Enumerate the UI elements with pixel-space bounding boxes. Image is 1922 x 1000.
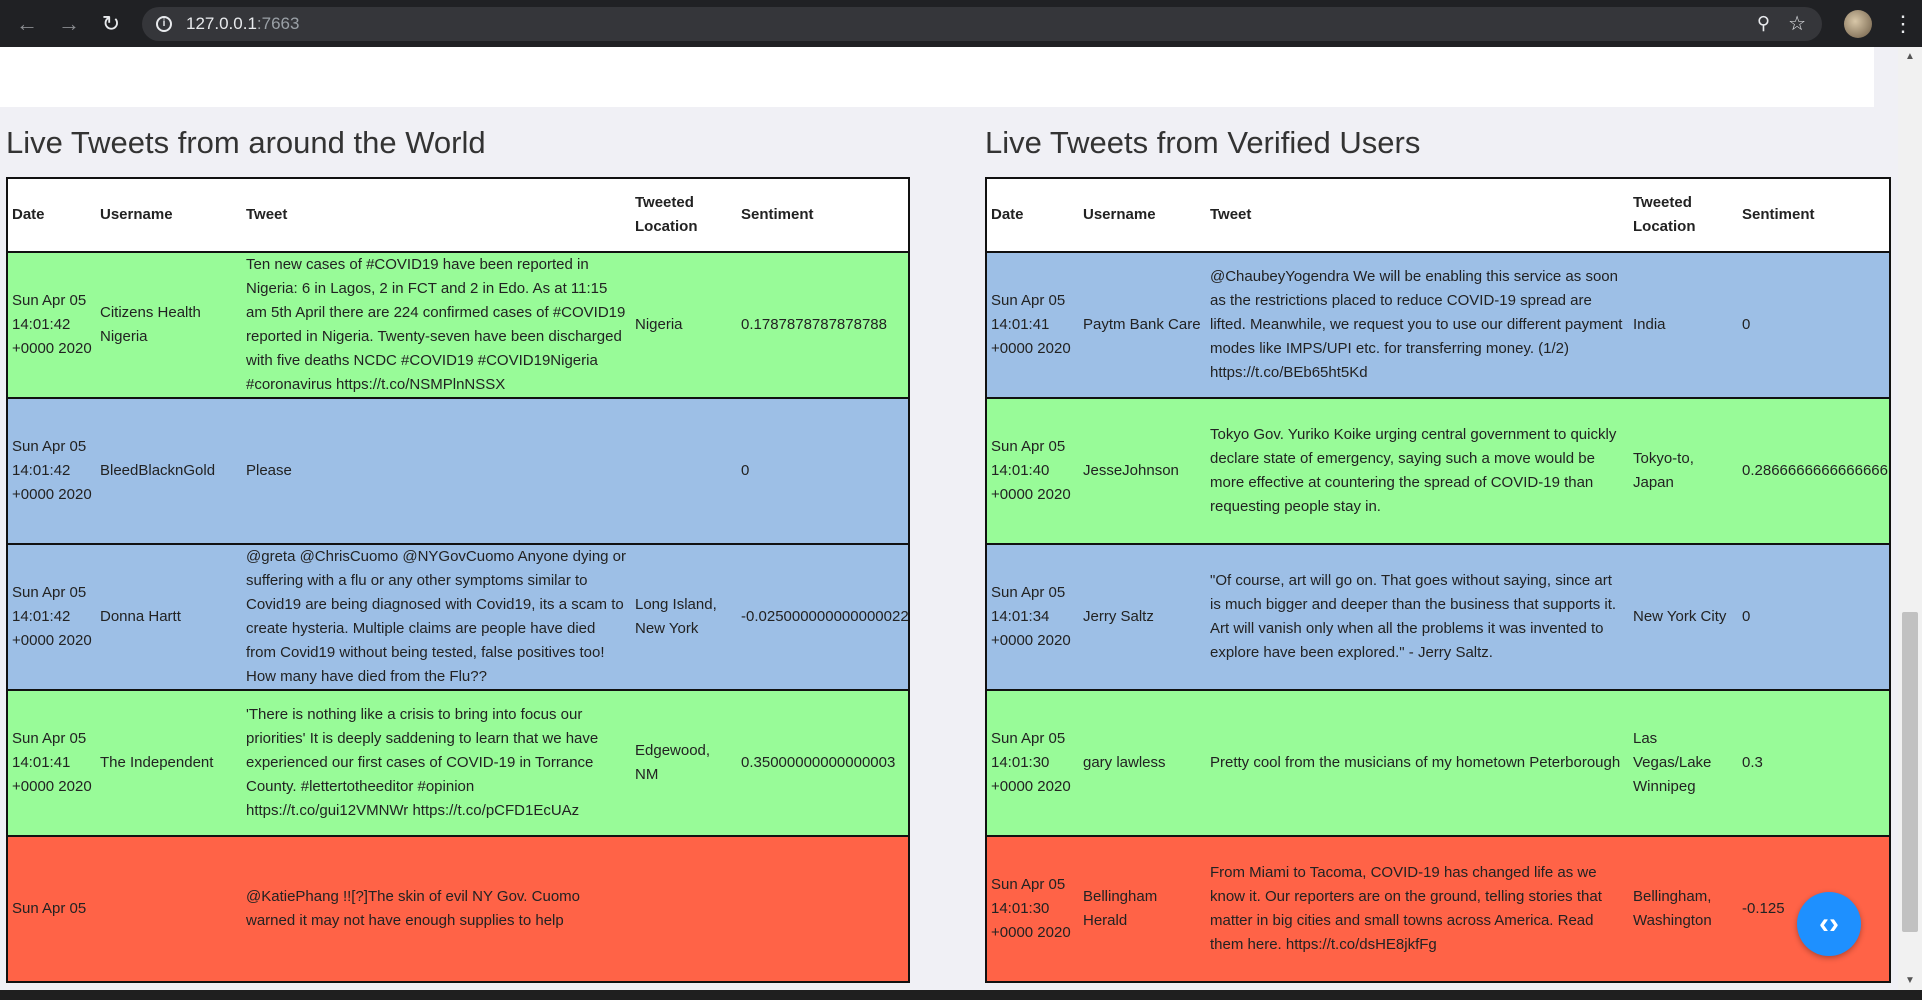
table-row: Sun Apr 05 14:01:42 +0000 2020 Donna Har… [7,544,909,691]
world-tweets-table: Date Username Tweet Tweeted Location Sen… [6,177,910,983]
scroll-thumb[interactable] [1902,612,1918,932]
header-tweet: Tweet [1206,178,1629,253]
cell-username: gary lawless [1079,690,1206,837]
cell-location: Las Vegas/Lake Winnipeg [1629,690,1738,837]
cell-sentiment [737,836,909,983]
forward-arrow-icon[interactable]: → [54,9,84,39]
cell-tweet: Tokyo Gov. Yuriko Koike urging central g… [1206,398,1629,545]
table-row: Sun Apr 05 14:01:30 +0000 2020 gary lawl… [986,690,1890,837]
cell-sentiment: 0.3 [1738,690,1890,837]
cell-location: Edgewood, NM [631,690,737,837]
cell-date: Sun Apr 05 14:01:34 +0000 2020 [986,544,1079,691]
cell-sentiment: 0 [737,398,909,545]
table-row: Sun Apr 05 14:01:42 +0000 2020 BleedBlac… [7,398,909,545]
star-icon[interactable]: ☆ [1788,11,1806,36]
cell-date: Sun Apr 05 [7,836,96,983]
cell-username: Bellingham Herald [1079,836,1206,983]
cell-location: New York City [1629,544,1738,691]
cell-username: Jerry Saltz [1079,544,1206,691]
cell-username: JesseJohnson [1079,398,1206,545]
cell-location: India [1629,252,1738,399]
cell-date: Sun Apr 05 14:01:30 +0000 2020 [986,690,1079,837]
table-row: Sun Apr 05 @KatiePhang !![?]The skin of … [7,836,909,983]
code-icon: ‹› [1819,907,1839,940]
cell-date: Sun Apr 05 14:01:42 +0000 2020 [7,252,96,399]
scroll-up-icon[interactable]: ▲ [1905,51,1915,62]
table-row: Sun Apr 05 14:01:42 +0000 2020 Citizens … [7,252,909,399]
cell-tweet: "Of course, art will go on. That goes wi… [1206,544,1629,691]
cell-location: Bellingham, Washington [1629,836,1738,983]
cell-tweet: 'There is nothing like a crisis to bring… [242,690,631,837]
cell-sentiment: 0.35000000000000003 [737,690,909,837]
avatar[interactable] [1844,9,1872,38]
verified-tweets-table: Date Username Tweet Tweeted Location Sen… [985,177,1891,983]
cell-tweet: @greta @ChrisCuomo @NYGovCuomo Anyone dy… [242,544,631,691]
vertical-scrollbar[interactable]: ▲ ▼ [1898,47,1922,990]
info-icon[interactable]: i [156,15,172,32]
cell-username: BleedBlacknGold [96,398,242,545]
address-bar[interactable]: i 127.0.0.1:7663 ⚲ ☆ [142,6,1822,41]
cell-tweet: @KatiePhang !![?]The skin of evil NY Gov… [242,836,631,983]
cell-date: Sun Apr 05 14:01:41 +0000 2020 [986,252,1079,399]
header-sentiment: Sentiment [1738,178,1890,253]
cell-date: Sun Apr 05 14:01:42 +0000 2020 [7,398,96,545]
header-username: Username [96,178,242,253]
cell-tweet: @ChaubeyYogendra We will be enabling thi… [1206,252,1629,399]
header-username: Username [1079,178,1206,253]
cell-location: Tokyo-to, Japan [1629,398,1738,545]
cell-location [631,398,737,545]
cell-sentiment: 0 [1738,252,1890,399]
cell-date: Sun Apr 05 14:01:40 +0000 2020 [986,398,1079,545]
table-header-row: Date Username Tweet Tweeted Location Sen… [986,178,1890,253]
zoom-icon[interactable]: ⚲ [1757,13,1770,34]
cell-date: Sun Apr 05 14:01:42 +0000 2020 [7,544,96,691]
cell-sentiment: -0.025000000000000022 [737,544,909,691]
world-tweets-title: Live Tweets from around the World [6,125,486,160]
taskbar [0,990,1922,1000]
cell-location: Long Island, New York [631,544,737,691]
table-row: Sun Apr 05 14:01:41 +0000 2020 Paytm Ban… [986,252,1890,399]
header-sentiment: Sentiment [737,178,909,253]
table-row: Sun Apr 05 14:01:34 +0000 2020 Jerry Sal… [986,544,1890,691]
cell-tweet: From Miami to Tacoma, COVID-19 has chang… [1206,836,1629,983]
cell-sentiment: 0.2866666666666666 [1738,398,1890,545]
cell-username: Paytm Bank Care [1079,252,1206,399]
cell-sentiment: 0 [1738,544,1890,691]
code-toggle-button[interactable]: ‹› [1797,892,1861,956]
cell-location: Nigeria [631,252,737,399]
table-row: Sun Apr 05 14:01:41 +0000 2020 The Indep… [7,690,909,837]
url-port: :7663 [256,13,300,33]
cell-username: Citizens Health Nigeria [96,252,242,399]
top-band [0,47,1874,107]
cell-location [631,836,737,983]
cell-tweet: Pretty cool from the musicians of my hom… [1206,690,1629,837]
scroll-down-icon[interactable]: ▼ [1905,975,1915,986]
menu-icon[interactable]: ⋮ [1892,11,1914,37]
header-tweet: Tweet [242,178,631,253]
cell-date: Sun Apr 05 14:01:30 +0000 2020 [986,836,1079,983]
header-location: Tweeted Location [631,178,737,253]
cell-username: The Independent [96,690,242,837]
cell-tweet: Ten new cases of #COVID19 have been repo… [242,252,631,399]
header-date: Date [7,178,96,253]
back-arrow-icon[interactable]: ← [12,9,42,39]
page: Live Tweets from around the World Live T… [0,47,1898,990]
header-date: Date [986,178,1079,253]
cell-username [96,836,242,983]
cell-sentiment: 0.1787878787878788 [737,252,909,399]
verified-tweets-title: Live Tweets from Verified Users [985,125,1421,160]
cell-date: Sun Apr 05 14:01:41 +0000 2020 [7,690,96,837]
url-host: 127.0.0.1 [186,13,257,33]
table-row: Sun Apr 05 14:01:40 +0000 2020 JesseJohn… [986,398,1890,545]
cell-tweet: Please [242,398,631,545]
browser-toolbar: ← → ↻ i 127.0.0.1:7663 ⚲ ☆ ⋮ [0,0,1922,47]
table-header-row: Date Username Tweet Tweeted Location Sen… [7,178,909,253]
header-location: Tweeted Location [1629,178,1738,253]
cell-username: Donna Hartt [96,544,242,691]
reload-icon[interactable]: ↻ [96,9,126,39]
table-row: Sun Apr 05 14:01:30 +0000 2020 Bellingha… [986,836,1890,983]
